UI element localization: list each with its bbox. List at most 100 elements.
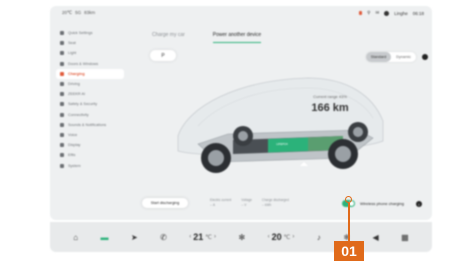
sidebar-item-label: Efits <box>68 153 76 158</box>
sidebar-item-safety[interactable]: Safety & Security <box>56 99 124 109</box>
display-icon <box>60 143 64 148</box>
car-body-graphic <box>177 77 384 173</box>
sidebar-item-efits[interactable]: Efits <box>56 150 124 160</box>
temp-left-unit: ℃ <box>205 234 213 241</box>
temp-right-unit: ℃ <box>283 234 291 241</box>
seat-icon <box>60 41 64 46</box>
sidebar-item-label: ZEEKR AI <box>68 92 86 97</box>
grid-icon <box>60 31 64 36</box>
sidebar-item-charging[interactable]: Charging <box>56 68 124 79</box>
range-label: Current range 43% <box>313 94 347 99</box>
home-icon[interactable]: ⌂ <box>73 233 78 242</box>
seat-heat-icon[interactable]: ♪ <box>317 233 321 242</box>
system-icon <box>60 163 64 168</box>
tab-power-another-device[interactable]: Power another device <box>212 32 262 43</box>
status-left: 20℃ 5G 83km <box>62 10 95 16</box>
efits-icon <box>60 153 64 158</box>
battery-badge: LIFEPO4 <box>272 140 292 147</box>
settings-sidebar: Quick Settings Seat Light Doors & Window… <box>56 28 124 220</box>
mic-icon <box>60 132 64 137</box>
apps-grid-icon[interactable]: ▦ <box>401 233 409 242</box>
wireless-charging-label: Wireless phone charging <box>360 201 405 206</box>
car-settings-screen: 20℃ 5G 83km ⚲ ✉ Linghe 06:18 Quick Setti… <box>50 6 432 220</box>
sidebar-item-seat[interactable]: Seat <box>56 38 124 48</box>
steering-icon <box>60 82 64 87</box>
temp-left-control: ‹ 21 ℃ › <box>189 232 216 242</box>
car-icon[interactable]: ▬ <box>101 233 109 242</box>
sidebar-item-light[interactable]: Light <box>56 48 124 58</box>
outside-temp: 20℃ <box>62 10 73 15</box>
metric-current: Electric current -- A <box>210 198 231 207</box>
frame: 20℃ 5G 83km ⚲ ✉ Linghe 06:18 Quick Setti… <box>0 0 474 269</box>
sidebar-item-label: Connectivity <box>68 112 89 117</box>
shield-icon <box>60 102 64 107</box>
status-bar: 20℃ 5G 83km ⚲ ✉ Linghe 06:18 <box>50 6 432 20</box>
charging-tabs: Charge my car Power another device <box>152 32 262 43</box>
mode-segmented-control: Standard Dynamic <box>366 52 416 62</box>
sidebar-item-label: Light <box>68 51 77 56</box>
wheel-front-left <box>201 143 231 173</box>
wheel-front-right <box>233 126 253 146</box>
sidebar-item-label: Quick Settings <box>68 31 93 36</box>
metric-value: -- kWh <box>261 203 272 207</box>
mode-pill-button[interactable]: P <box>150 50 176 61</box>
sidebar-item-label: Seat <box>68 41 76 46</box>
bottom-dock: ⌂ ▬ ➤ ✆ ‹ 21 ℃ › ✻ ‹ 20 ℃ › ♪ ❄ ◀ ▦ <box>50 222 432 252</box>
info-icon[interactable] <box>422 54 428 60</box>
sidebar-item-label: Charging <box>68 71 85 76</box>
sidebar-item-label: System <box>68 163 81 168</box>
wheel-rear-right <box>348 122 368 142</box>
status-right: ⚲ ✉ Linghe 06:18 <box>359 10 424 16</box>
phone-icon[interactable]: ✆ <box>160 233 167 242</box>
volume-icon[interactable]: ◀ <box>372 233 378 242</box>
fan-icon[interactable]: ✻ <box>239 233 246 242</box>
sidebar-item-display[interactable]: Display <box>56 140 124 150</box>
sidebar-item-system[interactable]: System <box>56 160 124 170</box>
sound-icon <box>60 122 64 127</box>
user-avatar-icon[interactable] <box>384 10 390 16</box>
segment-dynamic[interactable]: Dynamic <box>391 52 416 62</box>
light-icon <box>60 51 64 56</box>
sidebar-item-connectivity[interactable]: Connectivity <box>56 110 124 120</box>
metric-label: Voltage <box>241 198 252 202</box>
user-name[interactable]: Linghe <box>394 11 408 16</box>
tab-charge-my-car[interactable]: Charge my car <box>152 32 185 41</box>
charging-icon <box>60 71 64 76</box>
segment-standard[interactable]: Standard <box>366 52 391 62</box>
sidebar-item-sounds[interactable]: Sounds & Notifications <box>56 120 124 130</box>
chevron-right-icon[interactable]: › <box>292 234 294 240</box>
temp-right-value: 20 <box>271 232 282 242</box>
wifi-icon <box>60 112 64 117</box>
sidebar-item-label: Doors & Windows <box>68 61 99 66</box>
wireless-info-icon[interactable]: i <box>416 201 422 207</box>
sidebar-item-label: Safety & Security <box>68 102 98 107</box>
chevron-left-icon[interactable]: ‹ <box>268 234 270 240</box>
clock: 06:18 <box>412 10 424 16</box>
sidebar-item-driving[interactable]: Driving <box>56 79 124 89</box>
temp-left-value: 21 <box>193 232 204 242</box>
metric-voltage: Voltage -- V <box>241 198 252 207</box>
signal-text: 5G <box>75 10 82 15</box>
alert-icon <box>359 11 363 15</box>
metric-value: -- A <box>210 203 215 207</box>
start-discharging-button[interactable]: Start discharging <box>142 198 188 208</box>
sidebar-item-voice[interactable]: Voice <box>56 130 124 140</box>
battery-text: 83km <box>84 10 96 15</box>
discharge-metrics: Electric current -- A Voltage -- V Charge … <box>210 198 289 207</box>
range-value: 166 km <box>311 102 349 114</box>
sidebar-item-label: Voice <box>68 132 78 137</box>
chevron-left-icon[interactable]: ‹ <box>189 234 191 240</box>
metric-discharged: Charge discharged -- kWh <box>262 198 289 207</box>
sidebar-item-doors-windows[interactable]: Doors & Windows <box>56 59 124 69</box>
metric-label: Electric current <box>210 198 232 202</box>
car-illustration: Current range 43% 166 km <box>158 66 388 184</box>
sidebar-item-ai[interactable]: ZEEKR AI <box>56 89 124 99</box>
message-icon[interactable]: ✉ <box>375 10 379 16</box>
wheel-rear-left <box>328 139 358 169</box>
navigation-icon[interactable]: ➤ <box>131 233 138 242</box>
chevron-right-icon[interactable]: › <box>214 234 216 240</box>
metric-value: -- V <box>241 203 247 207</box>
sidebar-item-quick-settings[interactable]: Quick Settings <box>56 28 124 38</box>
notification-icon[interactable]: ⚲ <box>367 10 370 16</box>
sidebar-item-label: Driving <box>68 82 80 87</box>
